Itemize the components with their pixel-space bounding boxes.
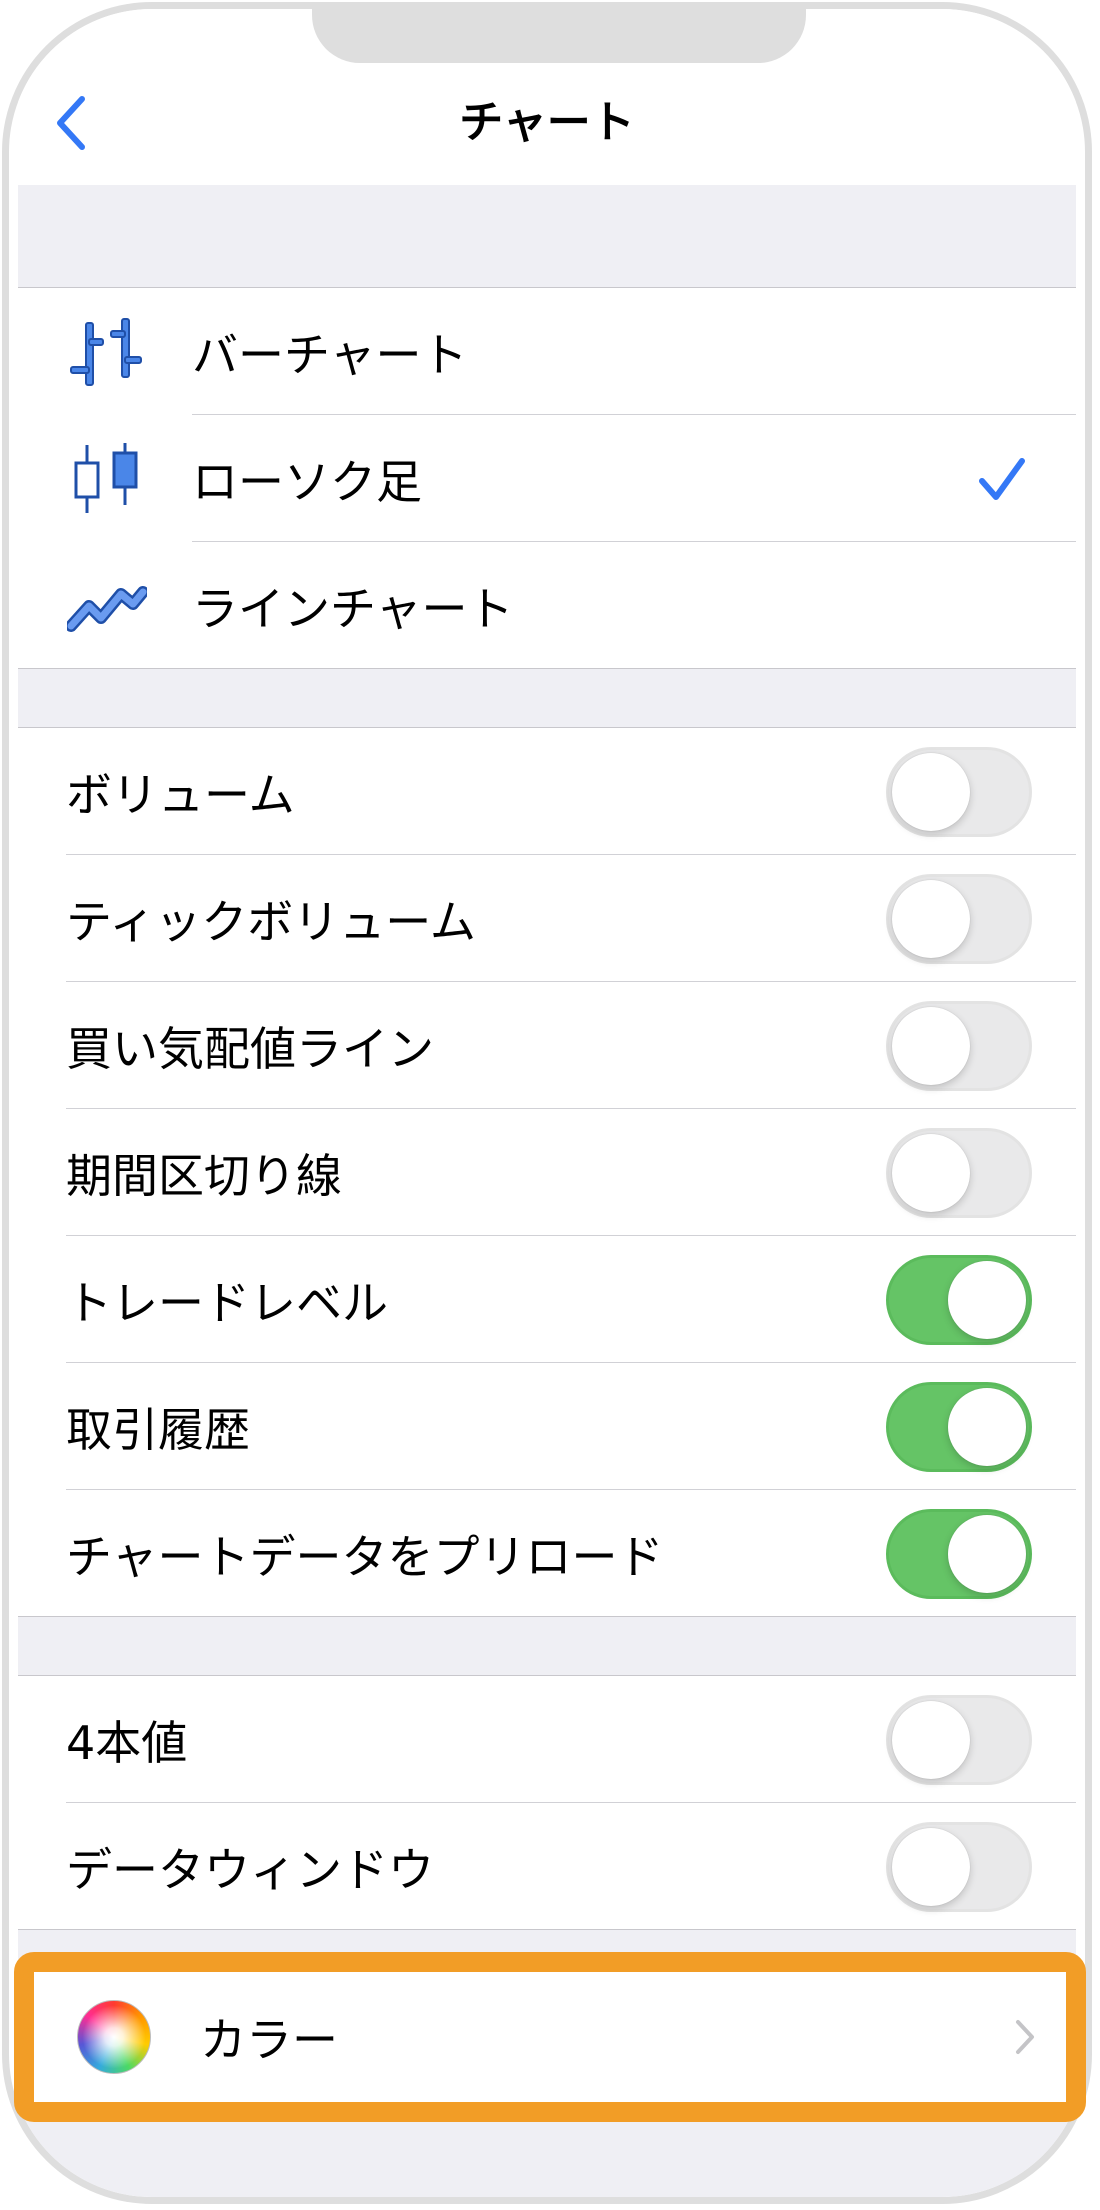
chart-type-label: バーチャート [192, 327, 468, 382]
preload-data-toggle[interactable] [886, 1508, 1032, 1599]
option-row-ohlc[interactable]: 4本値 [18, 1676, 1076, 1803]
toggle-knob [892, 1133, 970, 1212]
ask-line-toggle[interactable] [886, 1000, 1032, 1091]
trade-levels-toggle[interactable] [886, 1254, 1032, 1345]
option-row-period-separators[interactable]: 期間区切り線 [18, 1109, 1076, 1236]
option-label: 期間区切り線 [66, 1148, 342, 1203]
option-row-trade-levels[interactable]: トレードレベル [18, 1236, 1076, 1363]
chevron-right-icon [1016, 2020, 1034, 2054]
option-row-volume[interactable]: ボリューム [18, 728, 1076, 855]
chart-type-label: ローソク足 [192, 454, 422, 509]
option-row-ask-line[interactable]: 買い気配値ライン [18, 982, 1076, 1109]
toggle-knob [948, 1387, 1026, 1466]
section-gap [18, 1616, 1076, 1676]
device-notch [312, 9, 806, 63]
settings-screen: チャート バーチャート ローソク足 ラインチャート ボリューム ティックボリュー… [18, 9, 1076, 2197]
toggle-knob [892, 1827, 970, 1906]
line-chart-icon [66, 565, 148, 647]
bar-chart-icon [66, 311, 148, 393]
option-label: ティックボリューム [66, 894, 476, 949]
color-settings-row[interactable]: カラー [34, 1972, 1066, 2102]
option-label: トレードレベル [66, 1275, 388, 1330]
option-row-preload-data[interactable]: チャートデータをプリロード [18, 1490, 1076, 1617]
section-gap [18, 185, 1076, 288]
option-label: 4本値 [66, 1715, 188, 1770]
toggle-knob [948, 1514, 1026, 1593]
option-row-tick-volume[interactable]: ティックボリューム [18, 855, 1076, 982]
toggle-knob [892, 1006, 970, 1085]
option-row-data-window[interactable]: データウィンドウ [18, 1803, 1076, 1930]
page-title: チャート [459, 97, 635, 148]
toggle-knob [892, 752, 970, 831]
trade-history-toggle[interactable] [886, 1381, 1032, 1472]
chart-type-row-line[interactable]: ラインチャート [18, 542, 1076, 669]
chart-type-row-candlestick[interactable]: ローソク足 [18, 415, 1076, 542]
toggle-knob [892, 1700, 970, 1779]
option-label: ボリューム [66, 767, 295, 822]
color-label: カラー [200, 2013, 338, 2067]
data-window-toggle[interactable] [886, 1821, 1032, 1912]
color-row-highlight: カラー [14, 1952, 1086, 2122]
period-separators-toggle[interactable] [886, 1127, 1032, 1218]
phone-frame: チャート バーチャート ローソク足 ラインチャート ボリューム ティックボリュー… [2, 2, 1092, 2204]
option-label: データウィンドウ [66, 1842, 434, 1897]
chart-type-row-bar[interactable]: バーチャート [18, 288, 1076, 415]
candlestick-icon [66, 438, 148, 520]
toggle-knob [892, 879, 970, 958]
option-label: 取引履歴 [66, 1402, 250, 1457]
ohlc-toggle[interactable] [886, 1694, 1032, 1785]
toggle-knob [948, 1260, 1026, 1339]
tick-volume-toggle[interactable] [886, 873, 1032, 964]
section-gap [18, 668, 1076, 728]
option-row-trade-history[interactable]: 取引履歴 [18, 1363, 1076, 1490]
checkmark-icon [979, 457, 1025, 500]
option-label: チャートデータをプリロード [66, 1529, 664, 1584]
volume-toggle[interactable] [886, 746, 1032, 837]
chart-type-label: ラインチャート [192, 581, 514, 636]
color-wheel-icon [77, 2000, 151, 2074]
option-label: 買い気配値ライン [66, 1021, 434, 1076]
